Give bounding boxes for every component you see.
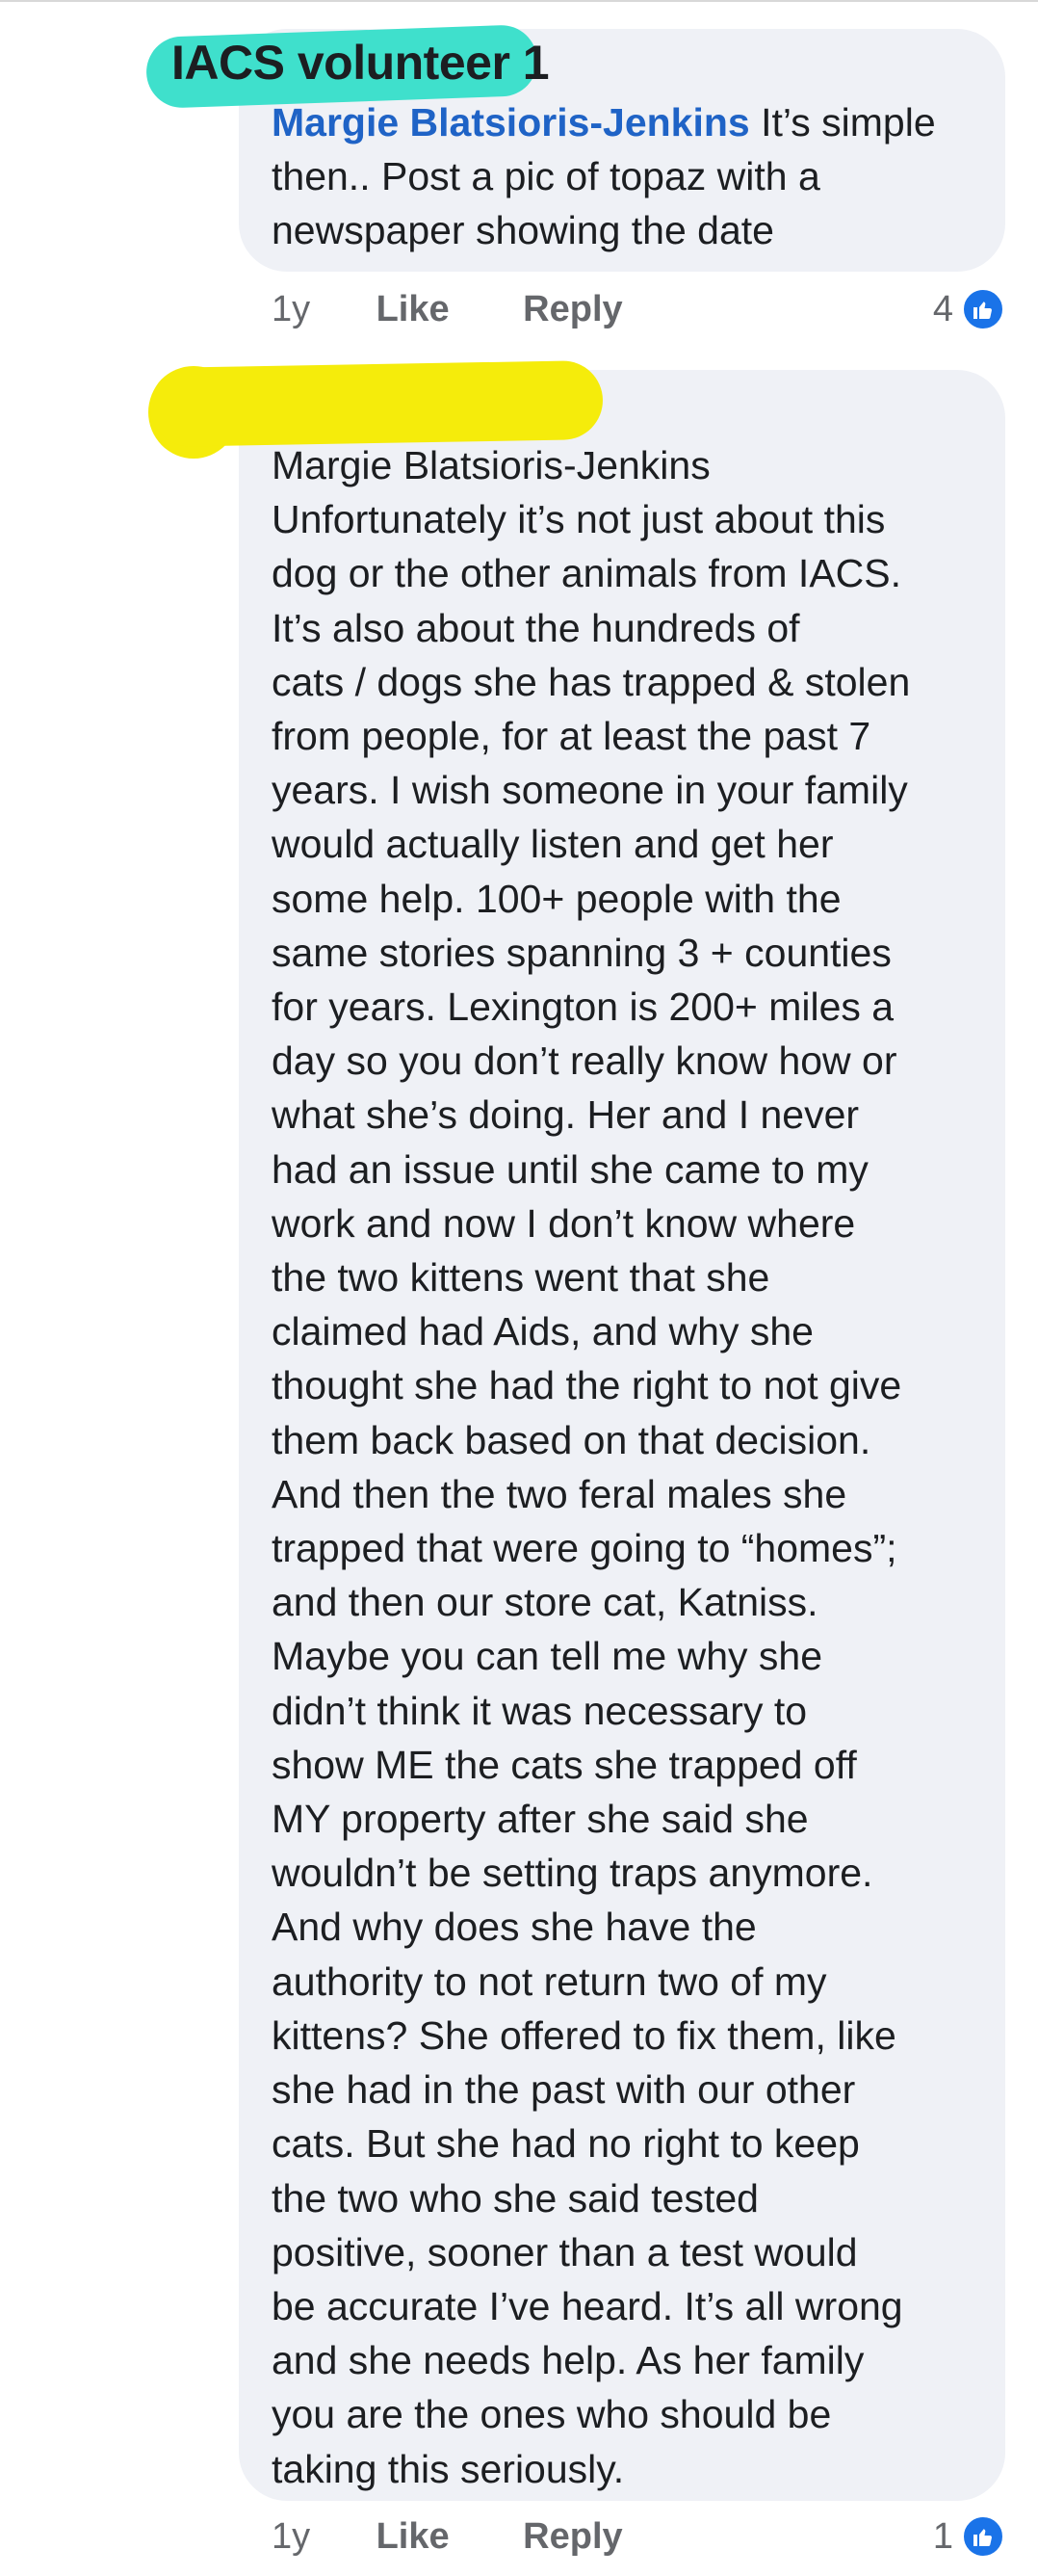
comment-line: cats / dogs she has trapped & stolen: [272, 659, 911, 704]
comment-line: years. I wish someone in your family: [272, 768, 908, 813]
reaction-count: 1: [932, 2515, 953, 2557]
comment-line: would actually listen and get her: [272, 822, 834, 867]
reaction-summary[interactable]: 4: [933, 287, 1005, 331]
comment-line: what she’s doing. Her and I never: [272, 1092, 860, 1138]
reply-button[interactable]: Reply: [523, 2516, 622, 2558]
redaction-marker: [149, 359, 604, 448]
comment-line: some help. 100+ people with the: [272, 876, 842, 921]
reaction-summary[interactable]: 1: [933, 2514, 1005, 2559]
comment-line: had an issue until she came to my: [272, 1146, 869, 1192]
comment-line: them back based on that decision.: [272, 1417, 871, 1462]
comment-line: Maybe you can tell me why she: [272, 1634, 822, 1679]
comment-line: Margie Blatsioris-Jenkins: [272, 443, 711, 487]
comment-line: and she needs help. As her family: [272, 2338, 865, 2383]
comment-line: authority to not return two of my: [272, 1958, 827, 2004]
comment-actions: 1y Like Reply: [272, 2516, 687, 2558]
comment-line: for years. Lexington is 200+ miles a: [272, 985, 895, 1030]
comment-author-name[interactable]: IACS volunteer 1: [171, 35, 550, 91]
comment-line: then.. Post a pic of topaz with a: [272, 154, 820, 199]
comment-line: newspaper showing the date: [272, 208, 774, 253]
comment-line: And why does she have the: [272, 1905, 757, 1950]
comment-text: Margie Blatsioris-Jenkins Unfortunately …: [272, 438, 910, 2496]
comment-line: show ME the cats she trapped off: [272, 1742, 857, 1787]
reply-button[interactable]: Reply: [523, 289, 622, 330]
comment-line: the two who she said tested: [272, 2175, 759, 2221]
comment-timestamp[interactable]: 1y: [272, 2516, 366, 2558]
comment-line: MY property after she said she: [272, 1797, 809, 1842]
comment-line: Margie Blatsioris-Jenkins It’s simple: [272, 95, 936, 149]
comment-line: And then the two feral males she: [272, 1471, 847, 1516]
mention-link[interactable]: Margie Blatsioris-Jenkins: [272, 100, 750, 145]
comment-line: It’s also about the hundreds of: [272, 605, 800, 650]
comment-line: she had in the past with our other: [272, 2067, 856, 2113]
comment-line: from people, for at least the past 7: [272, 714, 871, 759]
like-button[interactable]: Like: [376, 2516, 450, 2558]
comment-timestamp[interactable]: 1y: [272, 289, 366, 330]
thumbs-up-icon: [961, 2514, 1005, 2559]
comment-line: work and now I don’t know where: [272, 1200, 856, 1246]
comment-line: taking this seriously.: [272, 2446, 625, 2491]
comment-line: positive, sooner than a test would: [272, 2229, 858, 2274]
comment-line: you are the ones who should be: [272, 2392, 832, 2437]
comment-line: dog or the other animals from IACS.: [272, 551, 902, 596]
comment-line: same stories spanning 3 + counties: [272, 930, 892, 975]
comment-line: cats. But she had no right to keep: [272, 2121, 860, 2167]
comment-line: day so you don’t really know how or: [272, 1038, 897, 1084]
comment-text: Margie Blatsioris-Jenkins It’s simple th…: [272, 95, 936, 258]
comment-line: thought she had the right to not give: [272, 1363, 902, 1408]
comment-line: the two kittens went that she: [272, 1255, 770, 1301]
reaction-count: 4: [932, 288, 953, 329]
comment-line: and then our store cat, Katniss.: [272, 1580, 818, 1625]
comment-actions: 1y Like Reply: [272, 289, 687, 330]
comment-line: claimed had Aids, and why she: [272, 1309, 814, 1354]
comment-line: trapped that were going to “homes”;: [272, 1526, 897, 1571]
comment-line: be accurate I’ve heard. It’s all wrong: [272, 2283, 903, 2328]
top-divider: [0, 0, 1038, 2]
comment-text-segment: It’s simple: [749, 100, 936, 145]
thumbs-up-icon: [961, 287, 1005, 331]
like-button[interactable]: Like: [376, 289, 450, 330]
comment-line: Unfortunately it’s not just about this: [272, 497, 886, 542]
comment-line: kittens? She offered to fix them, like: [272, 2012, 896, 2058]
comment-line: didn’t think it was necessary to: [272, 1688, 808, 1733]
comment-line: wouldn’t be setting traps anymore.: [272, 1851, 873, 1896]
